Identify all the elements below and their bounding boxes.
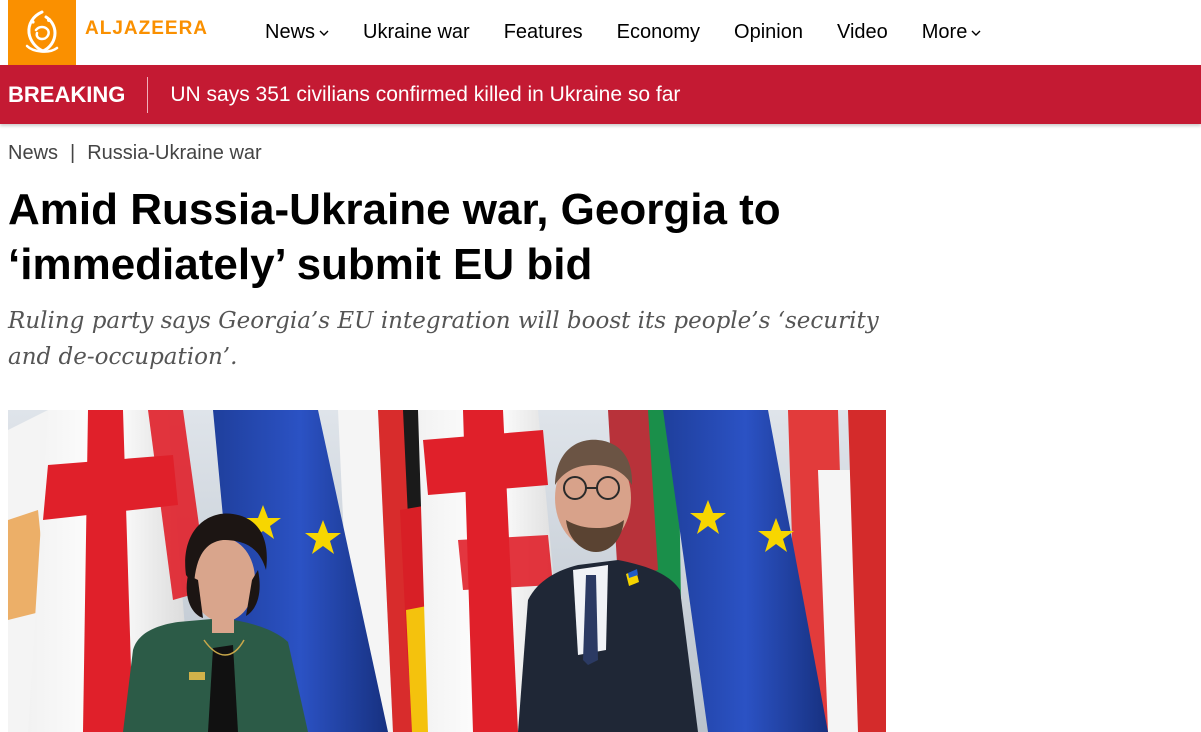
breaking-label: BREAKING: [8, 81, 126, 107]
nav-item-label: Video: [836, 21, 888, 43]
chevron-down-icon: [319, 28, 329, 38]
nav-item-economy[interactable]: Economy: [600, 21, 717, 44]
nav-item-label: Features: [503, 21, 583, 43]
breadcrumb: News | Russia-Ukraine war: [8, 142, 262, 165]
article-title: Amid Russia-Ukraine war, Georgia to ‘imm…: [8, 185, 781, 289]
chevron-down-icon: [971, 28, 981, 38]
aljazeera-logo[interactable]: [8, 0, 76, 65]
breaking-headline[interactable]: UN says 351 civilians confirmed killed i…: [170, 83, 680, 107]
site-header: ALJAZEERA News Ukraine war Features Econ…: [0, 0, 1201, 65]
nav-item-opinion[interactable]: Opinion: [717, 21, 820, 44]
nav-item-label: Economy: [616, 21, 701, 43]
nav-item-label: Opinion: [734, 21, 803, 43]
brand-wordmark[interactable]: ALJAZEERA: [85, 18, 208, 40]
aljazeera-calligraphy-icon: [25, 10, 59, 53]
breaking-news-bar[interactable]: BREAKING UN says 351 civilians confirmed…: [0, 65, 1201, 124]
nav-item-label: News: [265, 21, 316, 43]
breadcrumb-item-russia-ukraine-war[interactable]: Russia-Ukraine war: [87, 142, 262, 165]
nav-item-ukraine-war[interactable]: Ukraine war: [346, 21, 487, 44]
nav-item-label: Ukraine war: [363, 21, 470, 43]
nav-item-features[interactable]: Features: [487, 21, 600, 44]
nav-item-video[interactable]: Video: [820, 21, 905, 44]
breadcrumb-separator: |: [70, 142, 76, 164]
breadcrumb-item-news[interactable]: News: [8, 142, 58, 165]
nav-item-more[interactable]: More: [905, 21, 999, 44]
breaking-divider: [147, 76, 149, 113]
article-hero-image: [8, 410, 886, 732]
nav-item-news[interactable]: News: [248, 21, 346, 44]
nav-item-label: More: [921, 21, 968, 43]
article-subtitle: Ruling party says Georgia’s EU integrati…: [8, 308, 879, 370]
main-nav: News Ukraine war Features Economy Opinio…: [248, 0, 998, 65]
